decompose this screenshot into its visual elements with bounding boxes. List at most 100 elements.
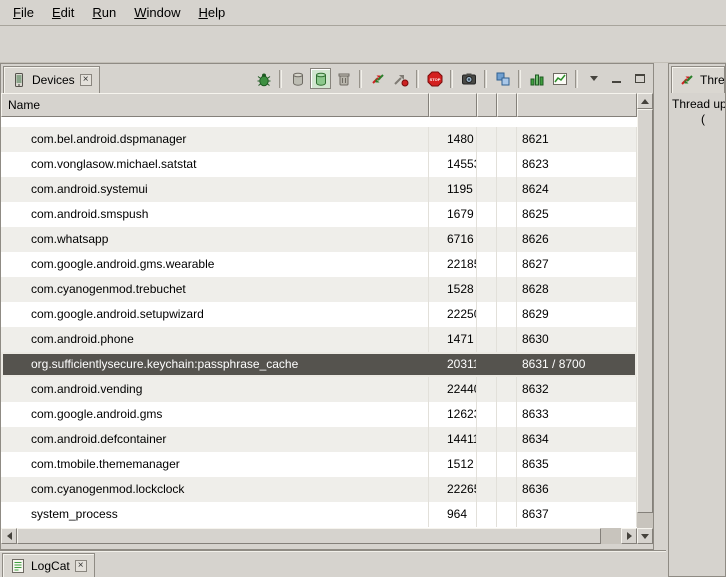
menu-file[interactable]: File: [4, 2, 43, 23]
scroll-right-button[interactable]: [621, 528, 637, 544]
process-pid: 22185: [429, 252, 477, 277]
screen-capture-icon[interactable]: [458, 68, 479, 89]
stop-process-icon[interactable]: STOP: [424, 68, 445, 89]
table-row[interactable]: com.android.phone14718630: [1, 327, 637, 352]
status-col: [477, 327, 497, 352]
status-col: [477, 477, 497, 502]
status-col: [477, 302, 497, 327]
process-name: com.google.android.setupwizard: [1, 302, 429, 327]
devices-toolbar: STOP: [253, 67, 650, 90]
status-col: [477, 377, 497, 402]
process-pid: 1528: [429, 277, 477, 302]
menu-help[interactable]: Help: [189, 2, 234, 23]
status-col: [477, 202, 497, 227]
table-row[interactable]: org.sufficientlysecure.keychain:passphra…: [1, 352, 637, 377]
close-tab-icon[interactable]: ×: [75, 560, 87, 572]
process-name: com.android.vending: [1, 377, 429, 402]
dump-view-hierarchy-icon[interactable]: [492, 68, 513, 89]
menu-run[interactable]: Run: [83, 2, 125, 23]
menu-window[interactable]: Window: [125, 2, 189, 23]
column-header-port[interactable]: [517, 93, 637, 117]
column-header-name[interactable]: Name: [1, 93, 429, 117]
process-port: 8626: [517, 227, 637, 252]
process-pid: 20311: [429, 352, 477, 377]
process-port: 8637: [517, 502, 637, 527]
tab-logcat[interactable]: LogCat ×: [2, 553, 95, 577]
toolbar-separator: [450, 70, 453, 88]
table-row[interactable]: com.android.systemui11958624: [1, 177, 637, 202]
process-pid: 1471: [429, 327, 477, 352]
threads-icon: [679, 72, 695, 88]
toolbar-separator: [416, 70, 419, 88]
process-pid: 1512: [429, 452, 477, 477]
view-menu-icon[interactable]: [583, 68, 604, 89]
method-profiling-icon[interactable]: [390, 68, 411, 89]
process-name: com.android.phone: [1, 327, 429, 352]
table-row[interactable]: com.tmobile.thememanager15128635: [1, 452, 637, 477]
process-port: 8634: [517, 427, 637, 452]
tab-devices[interactable]: Devices ×: [3, 66, 100, 93]
status-col: [477, 502, 497, 527]
sysinfo-icon[interactable]: [526, 68, 547, 89]
horizontal-scrollbar-thumb[interactable]: [17, 528, 601, 544]
process-port: 8633: [517, 402, 637, 427]
table-row[interactable]: com.google.android.gms.wearable221858627: [1, 252, 637, 277]
table-row[interactable]: com.android.defcontainer14411 8634: [1, 427, 637, 452]
status-col: [497, 377, 517, 402]
table-row[interactable]: com.cyanogenmod.lockclock222658636: [1, 477, 637, 502]
table-row[interactable]: com.bel.android.dspmanager14808621: [1, 127, 637, 152]
process-name: system_process: [1, 502, 429, 527]
status-col: [477, 227, 497, 252]
column-header-pid[interactable]: [429, 93, 477, 117]
process-pid: 1679: [429, 202, 477, 227]
status-col: [497, 152, 517, 177]
scroll-up-button[interactable]: [637, 93, 653, 109]
debug-process-icon[interactable]: [253, 68, 274, 89]
threads-message-line: (: [672, 112, 725, 127]
table-row[interactable]: com.android.smspush16798625: [1, 202, 637, 227]
status-col: [497, 202, 517, 227]
dump-hprof-icon[interactable]: [310, 68, 331, 89]
process-port: 8635: [517, 452, 637, 477]
status-col: [497, 252, 517, 277]
status-col: [497, 327, 517, 352]
scroll-down-button[interactable]: [637, 528, 653, 544]
process-name: com.android.defcontainer: [1, 427, 429, 452]
tab-threads[interactable]: Threa: [671, 66, 725, 93]
partial-row: [1, 117, 637, 127]
table-row[interactable]: com.vonglasow.michael.satstat145538623: [1, 152, 637, 177]
process-port: 8629: [517, 302, 637, 327]
threads-panel: Threa Thread up (: [668, 63, 726, 577]
process-pid: 14411: [429, 427, 477, 452]
table-row[interactable]: system_process9648637: [1, 502, 637, 527]
table-row[interactable]: com.android.vending224408632: [1, 377, 637, 402]
scroll-left-button[interactable]: [1, 528, 17, 544]
network-stats-icon[interactable]: [549, 68, 570, 89]
process-pid: 22265: [429, 477, 477, 502]
menu-edit[interactable]: Edit: [43, 2, 83, 23]
tab-threads-label: Threa: [700, 73, 725, 87]
cause-gc-icon[interactable]: [333, 68, 354, 89]
status-col: [497, 227, 517, 252]
toolbar-separator: [575, 70, 578, 88]
table-row[interactable]: com.whatsapp67168626: [1, 227, 637, 252]
vertical-scrollbar-thumb[interactable]: [637, 109, 653, 513]
column-header-status2[interactable]: [497, 93, 517, 117]
minimize-icon[interactable]: [606, 68, 627, 89]
vertical-scrollbar[interactable]: [637, 93, 653, 544]
toolbar-separator: [359, 70, 362, 88]
table-row[interactable]: com.cyanogenmod.trebuchet15288628: [1, 277, 637, 302]
table-row[interactable]: com.google.android.setupwizard222508629: [1, 302, 637, 327]
update-threads-icon[interactable]: [367, 68, 388, 89]
close-tab-icon[interactable]: ×: [80, 74, 92, 86]
horizontal-scrollbar[interactable]: [1, 528, 637, 544]
process-pid: 22440: [429, 377, 477, 402]
status-col: [497, 177, 517, 202]
logcat-icon: [10, 558, 26, 574]
table-row[interactable]: com.google.android.gms126238633: [1, 402, 637, 427]
toolbar-separator: [279, 70, 282, 88]
update-heap-icon[interactable]: [287, 68, 308, 89]
column-header-status1[interactable]: [477, 93, 497, 117]
maximize-icon[interactable]: [629, 68, 650, 89]
status-col: [477, 127, 497, 152]
